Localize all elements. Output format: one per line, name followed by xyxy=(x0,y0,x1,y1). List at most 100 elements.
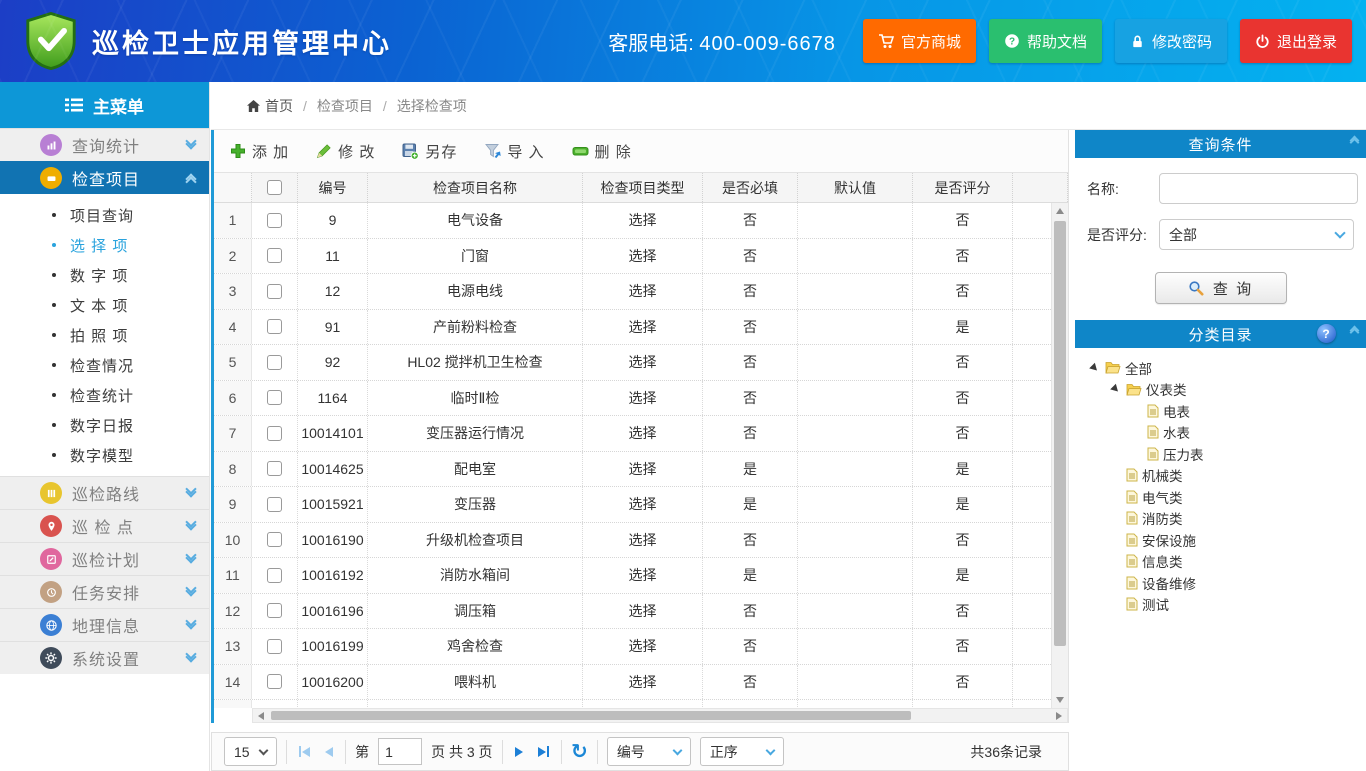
chevron-double-up-icon[interactable] xyxy=(1351,327,1358,331)
row-checkbox[interactable] xyxy=(267,568,282,583)
row-checkbox[interactable] xyxy=(267,497,282,512)
page-size-select[interactable]: 15 xyxy=(224,737,277,766)
row-checkbox[interactable] xyxy=(267,639,282,654)
table-row[interactable]: 1310016199鸡舍检查选择否否 xyxy=(214,629,1051,665)
table-row[interactable]: 592HL02 搅拌机卫生检查选择否否 xyxy=(214,345,1051,381)
row-checkbox[interactable] xyxy=(267,355,282,370)
sort-field-select[interactable]: 编号 xyxy=(607,737,691,766)
tree-node-folder[interactable]: 仪表类 xyxy=(1081,379,1360,401)
sidebar-subitem-5[interactable]: 检查情况 xyxy=(0,350,209,380)
sidebar-group-check-items[interactable]: 检查项目 xyxy=(0,161,209,194)
page-number-input[interactable] xyxy=(378,738,422,765)
help-docs-button[interactable]: ? 帮助文档 xyxy=(989,19,1102,63)
tree-node-file[interactable]: 机械类 xyxy=(1081,465,1360,487)
table-row[interactable]: 15 xyxy=(214,700,1051,708)
change-password-button[interactable]: 修改密码 xyxy=(1115,19,1227,63)
row-checkbox[interactable] xyxy=(267,319,282,334)
help-icon[interactable]: ? xyxy=(1317,324,1336,343)
table-row[interactable]: 810014625配电室选择是是 xyxy=(214,452,1051,488)
sidebar-group-geo[interactable]: 地理信息 xyxy=(0,608,209,641)
tree-node-file[interactable]: 电气类 xyxy=(1081,486,1360,508)
tree-node-file[interactable]: 设备维修 xyxy=(1081,572,1360,594)
sidebar-subitem-6[interactable]: 检查统计 xyxy=(0,380,209,410)
prev-page-button[interactable] xyxy=(322,747,336,757)
row-checkbox[interactable] xyxy=(267,426,282,441)
table-row[interactable]: 61164临时Ⅱ检选择否否 xyxy=(214,381,1051,417)
tree-node-file[interactable]: 安保设施 xyxy=(1081,529,1360,551)
table-row[interactable]: 1110016192消防水箱间选择是是 xyxy=(214,558,1051,594)
tree-node-folder[interactable]: 全部 xyxy=(1081,357,1360,379)
table-row[interactable]: 491产前粉料检查选择否是 xyxy=(214,310,1051,346)
sidebar-group-plans[interactable]: 巡检计划 xyxy=(0,542,209,575)
sidebar-subitem-3[interactable]: 文 本 项 xyxy=(0,290,209,320)
row-checkbox[interactable] xyxy=(267,532,282,547)
tree-node-file[interactable]: 测试 xyxy=(1081,594,1360,616)
sidebar-subitem-2[interactable]: 数 字 项 xyxy=(0,260,209,290)
sidebar-group-tasks[interactable]: 任务安排 xyxy=(0,575,209,608)
row-checkbox[interactable] xyxy=(267,390,282,405)
breadcrumb-home[interactable]: 首页 xyxy=(247,96,293,116)
column-header-scored[interactable]: 是否评分 xyxy=(913,173,1013,202)
tree-expander-icon[interactable] xyxy=(1089,362,1100,373)
column-header-id[interactable]: 编号 xyxy=(298,173,368,202)
save-as-button[interactable]: 另存 xyxy=(402,141,457,162)
table-row[interactable]: 1410016200喂料机选择否否 xyxy=(214,665,1051,701)
tree-node-file[interactable]: 水表 xyxy=(1081,422,1360,444)
sort-order-select[interactable]: 正序 xyxy=(700,737,784,766)
logout-button[interactable]: 退出登录 xyxy=(1240,19,1352,63)
row-checkbox[interactable] xyxy=(267,213,282,228)
column-header-type[interactable]: 检查项目类型 xyxy=(583,173,703,202)
next-page-button[interactable] xyxy=(512,747,526,757)
row-checkbox[interactable] xyxy=(267,461,282,476)
column-header-name[interactable]: 检查项目名称 xyxy=(368,173,583,202)
sidebar-subitem-8[interactable]: 数字模型 xyxy=(0,440,209,470)
horizontal-scroll-thumb[interactable] xyxy=(271,711,911,720)
vertical-scrollbar[interactable] xyxy=(1051,203,1068,708)
tree-node-file[interactable]: 消防类 xyxy=(1081,508,1360,530)
import-button[interactable]: 导 入 xyxy=(484,141,544,162)
score-filter-select[interactable]: 全部 xyxy=(1159,219,1354,250)
row-checkbox[interactable] xyxy=(267,674,282,689)
row-checkbox[interactable] xyxy=(267,603,282,618)
tree-expander-icon[interactable] xyxy=(1110,384,1121,395)
add-button[interactable]: 添 加 xyxy=(230,141,289,162)
column-header-default[interactable]: 默认值 xyxy=(798,173,913,202)
scroll-right-icon[interactable] xyxy=(1051,712,1067,720)
table-row[interactable]: 312电源电线选择否否 xyxy=(214,274,1051,310)
table-row[interactable]: 211门窗选择否否 xyxy=(214,239,1051,275)
breadcrumb-item[interactable]: 选择检查项 xyxy=(397,96,467,116)
tree-node-file[interactable]: 压力表 xyxy=(1081,443,1360,465)
sidebar-subitem-7[interactable]: 数字日报 xyxy=(0,410,209,440)
sidebar-group-routes[interactable]: 巡检路线 xyxy=(0,476,209,509)
table-row[interactable]: 19电气设备选择否否 xyxy=(214,203,1051,239)
first-page-button[interactable] xyxy=(296,746,314,757)
table-row[interactable]: 1210016196调压箱选择否否 xyxy=(214,594,1051,630)
sidebar-subitem-1[interactable]: 选 择 项 xyxy=(0,230,209,260)
horizontal-scrollbar[interactable] xyxy=(252,708,1068,723)
scroll-left-icon[interactable] xyxy=(253,712,269,720)
table-row[interactable]: 910015921变压器选择是是 xyxy=(214,487,1051,523)
row-checkbox[interactable] xyxy=(267,284,282,299)
sidebar-group-settings[interactable]: 系统设置 xyxy=(0,641,209,674)
table-row[interactable]: 710014101变压器运行情况选择否否 xyxy=(214,416,1051,452)
official-store-button[interactable]: 官方商城 xyxy=(863,19,976,63)
sidebar-subitem-4[interactable]: 拍 照 项 xyxy=(0,320,209,350)
refresh-icon[interactable]: ↻ xyxy=(571,742,588,762)
breadcrumb-item[interactable]: 检查项目 xyxy=(317,96,373,116)
tree-node-file[interactable]: 电表 xyxy=(1081,400,1360,422)
row-checkbox[interactable] xyxy=(267,248,282,263)
tree-node-file[interactable]: 信息类 xyxy=(1081,551,1360,573)
last-page-button[interactable] xyxy=(535,746,553,757)
sidebar-group-points[interactable]: 巡 检 点 xyxy=(0,509,209,542)
table-row[interactable]: 1010016190升级机检查项目选择否否 xyxy=(214,523,1051,559)
delete-button[interactable]: 删 除 xyxy=(572,141,632,162)
scroll-down-icon[interactable] xyxy=(1052,692,1068,708)
name-input[interactable] xyxy=(1159,173,1358,204)
vertical-scroll-thumb[interactable] xyxy=(1054,221,1066,646)
sidebar-group-query-stats[interactable]: 查询统计 xyxy=(0,128,209,161)
chevron-double-up-icon[interactable] xyxy=(1351,137,1358,141)
edit-button[interactable]: 修 改 xyxy=(316,141,375,162)
scroll-up-icon[interactable] xyxy=(1052,203,1068,219)
search-button[interactable]: 查 询 xyxy=(1155,272,1287,304)
select-all-checkbox[interactable] xyxy=(267,180,282,195)
